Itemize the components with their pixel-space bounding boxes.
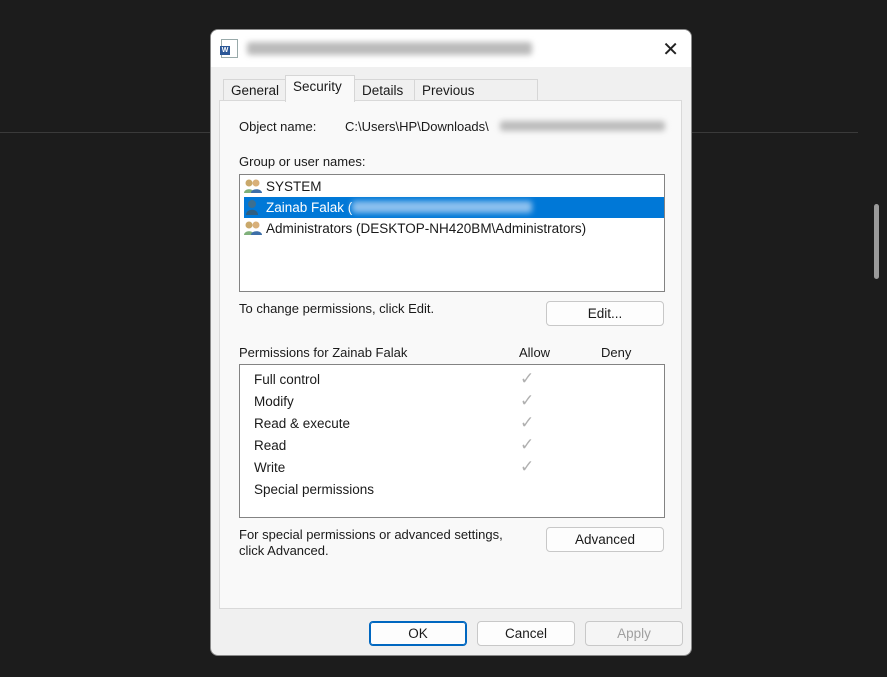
permission-full-control: Full control [254, 372, 321, 387]
permission-write: Write [254, 460, 286, 475]
apply-button[interactable]: Apply [585, 621, 683, 646]
group-icon [244, 178, 262, 194]
properties-dialog: W ✕ General Security Details Previous Ve… [210, 29, 692, 656]
advanced-hint-line1: For special permissions or advanced sett… [239, 527, 503, 542]
cancel-button[interactable]: Cancel [477, 621, 575, 646]
user-list[interactable]: SYSTEM Zainab Falak ( Administrators (DE… [239, 174, 665, 292]
permissions-label: Permissions for Zainab Falak [239, 345, 408, 360]
permission-special: Special permissions [254, 482, 375, 497]
tab-security[interactable]: Security [285, 75, 355, 102]
tab-details[interactable]: Details [354, 79, 415, 102]
allow-check-icon: ✓ [520, 457, 535, 476]
list-item[interactable]: SYSTEM [244, 176, 664, 197]
advanced-button[interactable]: Advanced [546, 527, 664, 552]
allow-header: Allow [519, 345, 551, 360]
change-permissions-hint: To change permissions, click Edit. [239, 301, 435, 316]
deny-header: Deny [601, 345, 632, 360]
dialog-title-redacted [247, 42, 532, 55]
allow-check-icon: ✓ [520, 391, 535, 410]
user-email-redacted [352, 201, 533, 213]
security-panel: Object name: C:\Users\HP\Downloads\ Grou… [219, 100, 682, 609]
object-name-redacted [500, 121, 665, 131]
tab-general[interactable]: General [223, 79, 286, 102]
group-label: Group or user names: [239, 154, 366, 169]
object-name-value: C:\Users\HP\Downloads\ [345, 119, 489, 134]
permissions-list: Full control ✓ Modify ✓ Read & execute ✓… [239, 364, 665, 518]
allow-check-icon: ✓ [520, 435, 535, 454]
object-name-label: Object name: [239, 119, 317, 134]
user-icon [244, 199, 262, 215]
scrollbar[interactable] [874, 204, 879, 279]
allow-check-icon: ✓ [520, 369, 535, 388]
list-item[interactable]: Administrators (DESKTOP-NH420BM\Administ… [244, 218, 664, 239]
list-item-selected[interactable]: Zainab Falak ( [244, 197, 664, 218]
allow-check-icon: ✓ [520, 413, 535, 432]
permission-read-execute: Read & execute [254, 416, 351, 431]
user-name: Administrators (DESKTOP-NH420BM\Administ… [266, 221, 587, 236]
tab-previous-versions[interactable]: Previous Versions [414, 79, 538, 120]
word-document-icon: W [220, 39, 238, 58]
user-name: SYSTEM [266, 179, 322, 194]
ok-button[interactable]: OK [369, 621, 467, 646]
permission-modify: Modify [254, 394, 294, 409]
close-icon[interactable]: ✕ [662, 37, 679, 62]
edit-button[interactable]: Edit... [546, 301, 664, 326]
user-name: Zainab Falak ( [266, 200, 353, 215]
group-icon [244, 220, 262, 236]
title-bar: W ✕ [211, 30, 691, 67]
permission-read: Read [254, 438, 287, 453]
advanced-hint-line2: click Advanced. [239, 543, 329, 558]
